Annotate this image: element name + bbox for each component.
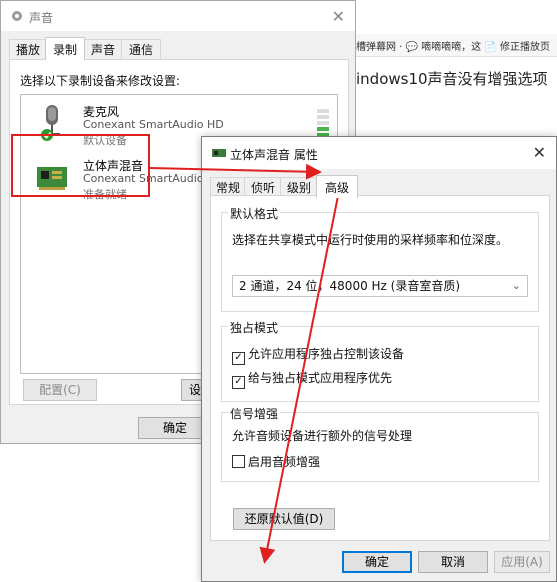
- arrow-to-enhancement-checkbox: [259, 185, 341, 564]
- arrow-to-advanced-tab: [149, 163, 322, 180]
- tab-recording[interactable]: 录制: [45, 37, 85, 60]
- tab-advanced[interactable]: 高级: [316, 175, 358, 198]
- annotation-arrows: [149, 163, 341, 564]
